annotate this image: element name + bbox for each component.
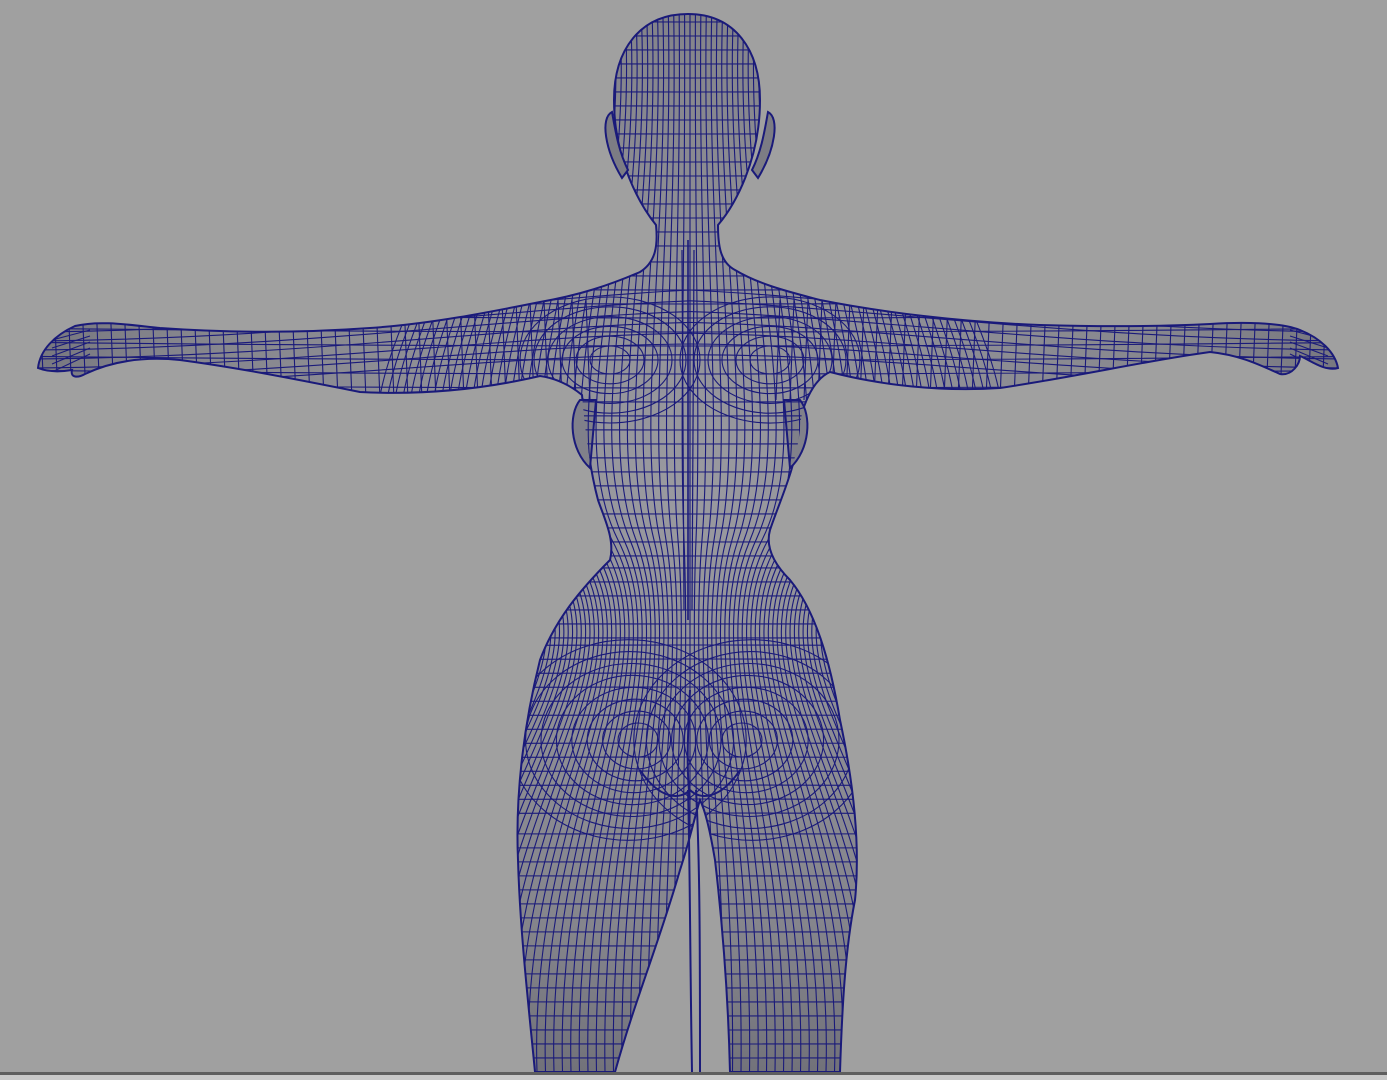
character-model-wireframe[interactable]: [0, 0, 1387, 1072]
status-strip: [0, 1075, 1387, 1080]
3d-viewport[interactable]: [0, 0, 1387, 1072]
leg-gap: [687, 789, 701, 1072]
